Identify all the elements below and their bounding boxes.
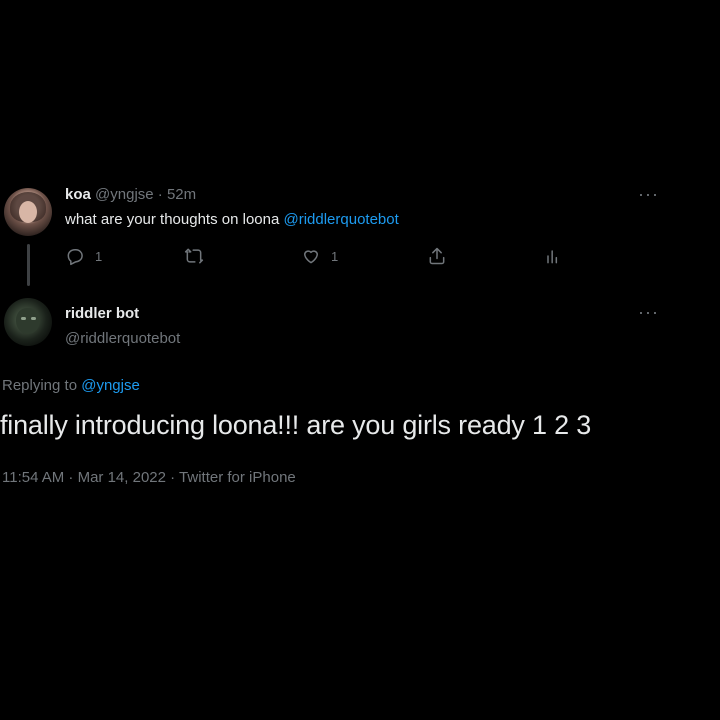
like-count: 1 <box>331 248 339 264</box>
parent-handle[interactable]: @yngjse <box>95 186 154 203</box>
like-button[interactable]: 1 <box>301 246 338 266</box>
thread-connector-line <box>27 244 30 286</box>
bot-avatar[interactable] <box>4 298 52 346</box>
tweet-timestamp[interactable]: 11:54 AM · Mar 14, 2022 · Twitter for iP… <box>2 469 296 486</box>
parent-tweet-header: koa @yngjse · 52m <box>65 186 196 203</box>
parent-display-name[interactable]: koa <box>65 186 91 203</box>
replying-label: Replying to <box>2 377 82 394</box>
parent-time-ago[interactable]: 52m <box>167 186 196 203</box>
parent-more-button[interactable]: ··· <box>638 184 659 205</box>
parent-tweet-body: what are your thoughts on loona <box>65 211 284 228</box>
retweet-icon <box>183 246 205 266</box>
retweet-button[interactable] <box>183 246 205 266</box>
avatar-face <box>19 201 37 223</box>
replying-to-line: Replying to @yngjse <box>2 377 140 394</box>
stats-button[interactable] <box>543 246 563 266</box>
header-separator: · <box>153 186 167 203</box>
main-handle[interactable]: @riddlerquotebot <box>65 330 180 347</box>
heart-icon <box>301 246 321 266</box>
share-button[interactable] <box>427 246 447 266</box>
reply-button[interactable]: 1 <box>65 246 102 266</box>
main-more-button[interactable]: ··· <box>638 302 659 323</box>
replying-handle-link[interactable]: @yngjse <box>81 377 140 394</box>
mention-link[interactable]: @riddlerquotebot <box>283 211 398 228</box>
reply-icon <box>65 246 85 266</box>
main-display-name[interactable]: riddler bot <box>65 305 139 322</box>
avatar-eye <box>31 317 36 320</box>
reply-count: 1 <box>95 248 103 264</box>
avatar-mask <box>16 308 40 334</box>
parent-tweet-actions: 1 1 <box>65 246 585 272</box>
stats-icon <box>543 246 563 266</box>
tweet-thread-screen: koa @yngjse · 52m ··· what are your thou… <box>0 0 720 720</box>
parent-tweet-text: what are your thoughts on loona @riddler… <box>65 211 399 228</box>
avatar-eye <box>21 317 26 320</box>
avatar[interactable] <box>4 188 52 236</box>
main-tweet-text: finally introducing loona!!! are you gir… <box>0 410 592 440</box>
share-icon <box>427 246 447 266</box>
